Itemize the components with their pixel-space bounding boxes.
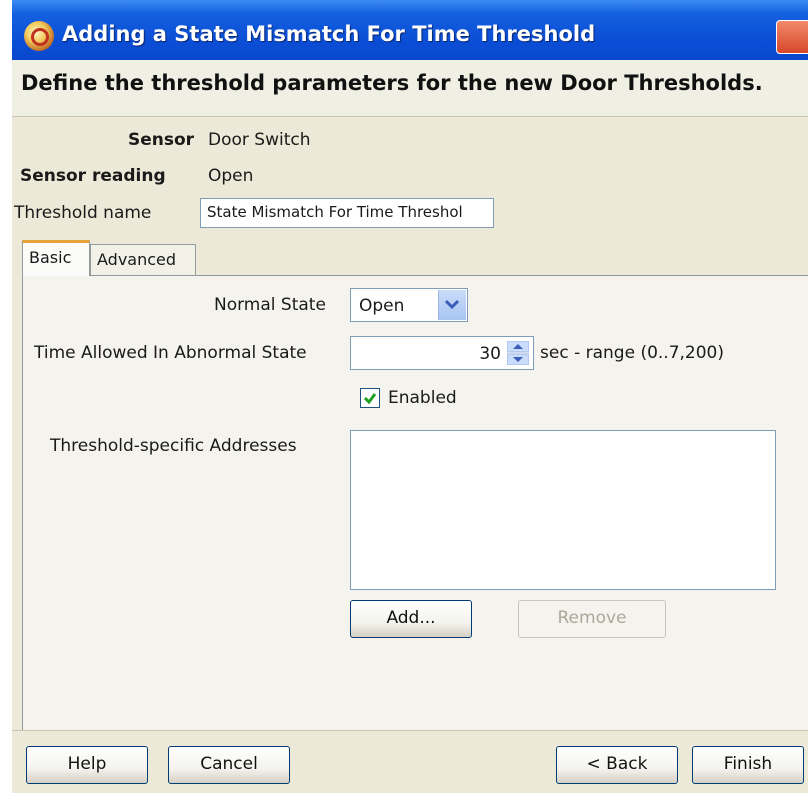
chevron-down-icon[interactable] [438,290,466,320]
footer-divider [12,730,808,731]
threshold-name-label: Threshold name [14,203,152,223]
tab-basic-label: Basic [29,248,72,267]
sensor-label: Sensor [128,130,195,150]
enabled-label[interactable]: Enabled [388,388,457,408]
time-allowed-label: Time Allowed In Abnormal State [34,343,307,363]
window-title: Adding a State Mismatch For Time Thresho… [62,22,596,46]
tab-advanced[interactable]: Advanced [90,244,196,276]
wizard-window: Adding a State Mismatch For Time Thresho… [12,0,808,793]
addresses-label: Threshold-specific Addresses [50,436,297,456]
threshold-name-input[interactable]: State Mismatch For Time Threshol [200,198,494,228]
remove-address-button[interactable]: Remove [518,600,666,638]
tab-basic[interactable]: Basic [22,240,90,276]
normal-state-select[interactable]: Open [350,288,468,322]
finish-button[interactable]: Finish [692,746,804,784]
enabled-checkbox[interactable] [360,388,380,408]
addresses-list[interactable] [350,430,776,590]
page-heading: Define the threshold parameters for the … [21,71,763,95]
cancel-button[interactable]: Cancel [168,746,290,784]
time-range-suffix: sec - range (0..7,200) [540,343,724,363]
sensor-reading-label: Sensor reading [20,166,166,186]
normal-state-label: Normal State [214,295,326,315]
sensor-reading-value: Open [208,166,254,186]
sensor-value: Door Switch [208,130,311,150]
help-button[interactable]: Help [26,746,148,784]
time-allowed-spinner[interactable]: 30 [350,336,534,370]
time-allowed-value: 30 [479,344,501,364]
tab-advanced-label: Advanced [97,250,177,269]
close-button[interactable] [776,20,808,54]
normal-state-value: Open [359,296,405,316]
add-address-button[interactable]: Add... [350,600,472,638]
spinner-arrows-icon[interactable] [507,341,529,365]
app-logo-icon [24,21,54,51]
back-button[interactable]: < Back [556,746,678,784]
